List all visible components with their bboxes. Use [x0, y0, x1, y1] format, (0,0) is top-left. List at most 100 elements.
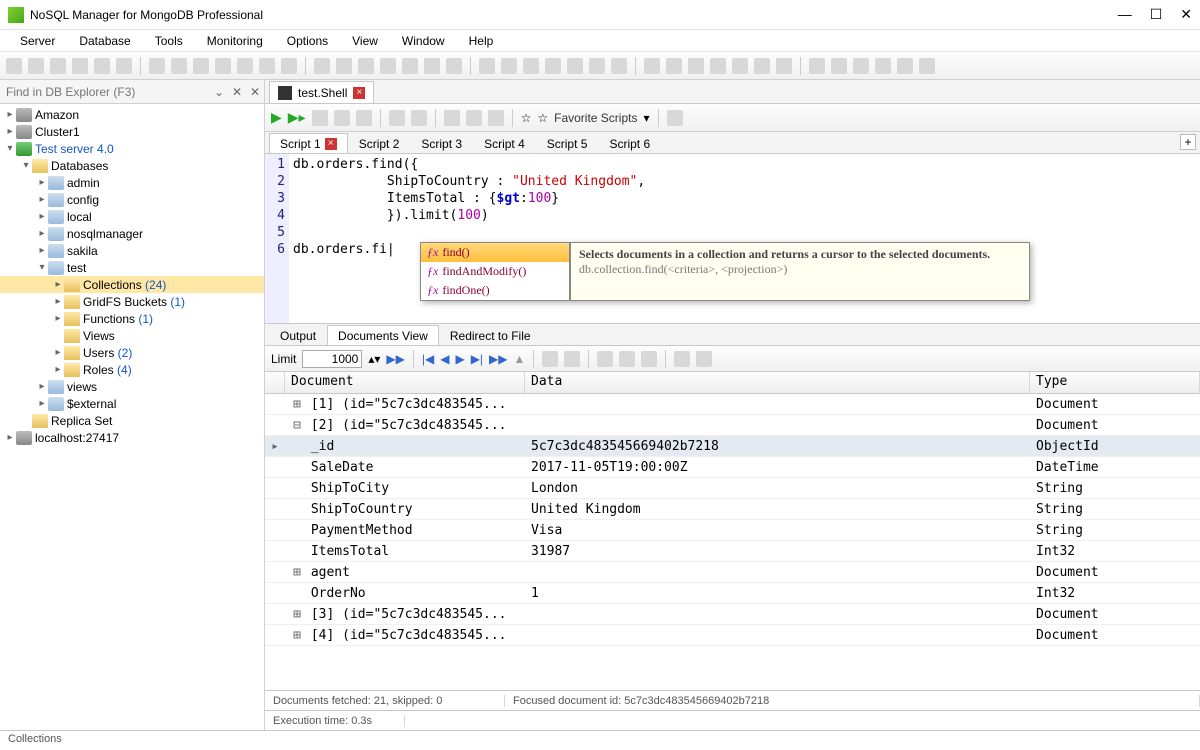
toolbar-icon[interactable] [666, 58, 682, 74]
grid-row[interactable]: ▸ _id5c7c3dc483545669402b7218ObjectId [265, 436, 1200, 457]
nav-next-icon[interactable]: ▶▶ [386, 352, 404, 366]
menu-view[interactable]: View [342, 32, 388, 50]
nav-first-icon[interactable]: |◀ [422, 352, 434, 366]
add-script-tab-button[interactable]: + [1180, 134, 1196, 150]
menu-options[interactable]: Options [277, 32, 338, 50]
tool-icon[interactable] [444, 110, 460, 126]
tree-node[interactable]: Replica Set [0, 412, 264, 429]
toolbar-icon[interactable] [710, 58, 726, 74]
grid-row[interactable]: ⊞ agentDocument [265, 562, 1200, 583]
menu-monitoring[interactable]: Monitoring [197, 32, 273, 50]
output-tab[interactable]: Redirect to File [439, 325, 542, 345]
expand-icon[interactable]: ▾ [36, 262, 48, 273]
output-tab[interactable]: Documents View [327, 325, 439, 345]
nav-last-icon[interactable]: ▶| [471, 352, 483, 366]
col-document[interactable]: Document [285, 372, 525, 393]
favorite-scripts-dropdown[interactable]: Favorite Scripts [554, 111, 637, 125]
tree-node[interactable]: ▸sakila [0, 242, 264, 259]
nav-up-icon[interactable]: ▲ [514, 352, 526, 366]
maximize-button[interactable]: ☐ [1150, 6, 1163, 23]
toolbar-icon[interactable] [72, 58, 88, 74]
copy-icon[interactable] [674, 351, 690, 367]
tree-node[interactable]: ▸config [0, 191, 264, 208]
tool-icon[interactable] [356, 110, 372, 126]
tool-icon[interactable] [334, 110, 350, 126]
tree-node[interactable]: Views [0, 327, 264, 344]
menu-tools[interactable]: Tools [145, 32, 193, 50]
toolbar-icon[interactable] [259, 58, 275, 74]
menu-help[interactable]: Help [459, 32, 504, 50]
grid-row[interactable]: OrderNo1Int32 [265, 583, 1200, 604]
tree-node[interactable]: ▸GridFS Buckets (1) [0, 293, 264, 310]
tree-node[interactable]: ▸views [0, 378, 264, 395]
minimize-button[interactable]: — [1118, 6, 1132, 23]
find-dropdown-icon[interactable]: ⌄ [210, 85, 228, 99]
tree-node[interactable]: ▸$external [0, 395, 264, 412]
toolbar-icon[interactable] [149, 58, 165, 74]
tree-node[interactable]: ▸admin [0, 174, 264, 191]
toolbar-icon[interactable] [94, 58, 110, 74]
menu-window[interactable]: Window [392, 32, 455, 50]
expand-icon[interactable]: ▸ [36, 228, 48, 239]
tree-node[interactable]: ▾Databases [0, 157, 264, 174]
toolbar-icon[interactable] [193, 58, 209, 74]
toolbar-icon[interactable] [523, 58, 539, 74]
tree-node[interactable]: ▾test [0, 259, 264, 276]
toolbar-icon[interactable] [50, 58, 66, 74]
expand-icon[interactable]: ▸ [52, 279, 64, 290]
documents-grid[interactable]: Document Data Type ⊞ [1] (id="5c7c3dc483… [265, 372, 1200, 690]
expand-icon[interactable]: ▸ [36, 381, 48, 392]
grid-row[interactable]: SaleDate2017-11-05T19:00:00ZDateTime [265, 457, 1200, 478]
expand-icon[interactable]: ▸ [36, 211, 48, 222]
run-button[interactable]: ▶ [271, 109, 282, 126]
find-input[interactable] [0, 85, 210, 99]
expand-icon[interactable]: ▸ [36, 245, 48, 256]
close-tab-icon[interactable]: × [353, 87, 365, 99]
script-tab[interactable]: Script 4 [473, 133, 536, 153]
toolbar-icon[interactable] [611, 58, 627, 74]
open-icon[interactable] [411, 110, 427, 126]
grid-row[interactable]: ShipToCountryUnited KingdomString [265, 499, 1200, 520]
toolbar-icon[interactable] [358, 58, 374, 74]
toolbar-icon[interactable] [314, 58, 330, 74]
script-tab[interactable]: Script 5 [536, 133, 599, 153]
toolbar-icon[interactable] [336, 58, 352, 74]
nav-skip-icon[interactable]: ▶▶ [489, 352, 507, 366]
toolbar-icon[interactable] [171, 58, 187, 74]
col-type[interactable]: Type [1030, 372, 1200, 393]
toolbar-icon[interactable] [776, 58, 792, 74]
grid-row[interactable]: ⊞ [4] (id="5c7c3dc483545...Document [265, 625, 1200, 646]
toolbar-icon[interactable] [281, 58, 297, 74]
tool-icon[interactable] [466, 110, 482, 126]
toolbar-icon[interactable] [567, 58, 583, 74]
toolbar-icon[interactable] [402, 58, 418, 74]
find-clear-icon[interactable]: ✕ [228, 85, 246, 99]
grid-row[interactable]: ⊞ [3] (id="5c7c3dc483545...Document [265, 604, 1200, 625]
close-script-icon[interactable]: × [325, 138, 337, 150]
expand-icon[interactable]: ▸ [4, 432, 16, 443]
grid-row[interactable]: ShipToCityLondonString [265, 478, 1200, 499]
expand-icon[interactable]: ▸ [36, 177, 48, 188]
tree-node[interactable]: ▸Roles (4) [0, 361, 264, 378]
code-editor[interactable]: 123456 db.orders.find({ ShipToCountry : … [265, 154, 1200, 324]
grid-row[interactable]: ⊞ [1] (id="5c7c3dc483545...Document [265, 394, 1200, 415]
menu-database[interactable]: Database [69, 32, 140, 50]
script-tab[interactable]: Script 2 [348, 133, 411, 153]
script-tab[interactable]: Script 3 [410, 133, 473, 153]
star-icon[interactable]: ☆ [521, 111, 532, 125]
grid-row[interactable]: ⊟ [2] (id="5c7c3dc483545...Document [265, 415, 1200, 436]
expand-icon[interactable]: ▸ [36, 398, 48, 409]
save-icon[interactable] [389, 110, 405, 126]
tree-node[interactable]: ▸Collections (24) [0, 276, 264, 293]
tree-node[interactable]: ▸Functions (1) [0, 310, 264, 327]
expand-icon[interactable]: ▸ [52, 296, 64, 307]
expand-icon[interactable]: ▸ [52, 313, 64, 324]
autocomplete-item[interactable]: ƒxfindOne() [421, 281, 569, 300]
close-button[interactable]: ✕ [1180, 6, 1192, 23]
toolbar-icon[interactable] [237, 58, 253, 74]
gear-icon[interactable] [696, 351, 712, 367]
tree-node[interactable]: ▸Cluster1 [0, 123, 264, 140]
toolbar-icon[interactable] [545, 58, 561, 74]
chevron-down-icon[interactable]: ▾ [643, 111, 649, 125]
col-data[interactable]: Data [525, 372, 1030, 393]
